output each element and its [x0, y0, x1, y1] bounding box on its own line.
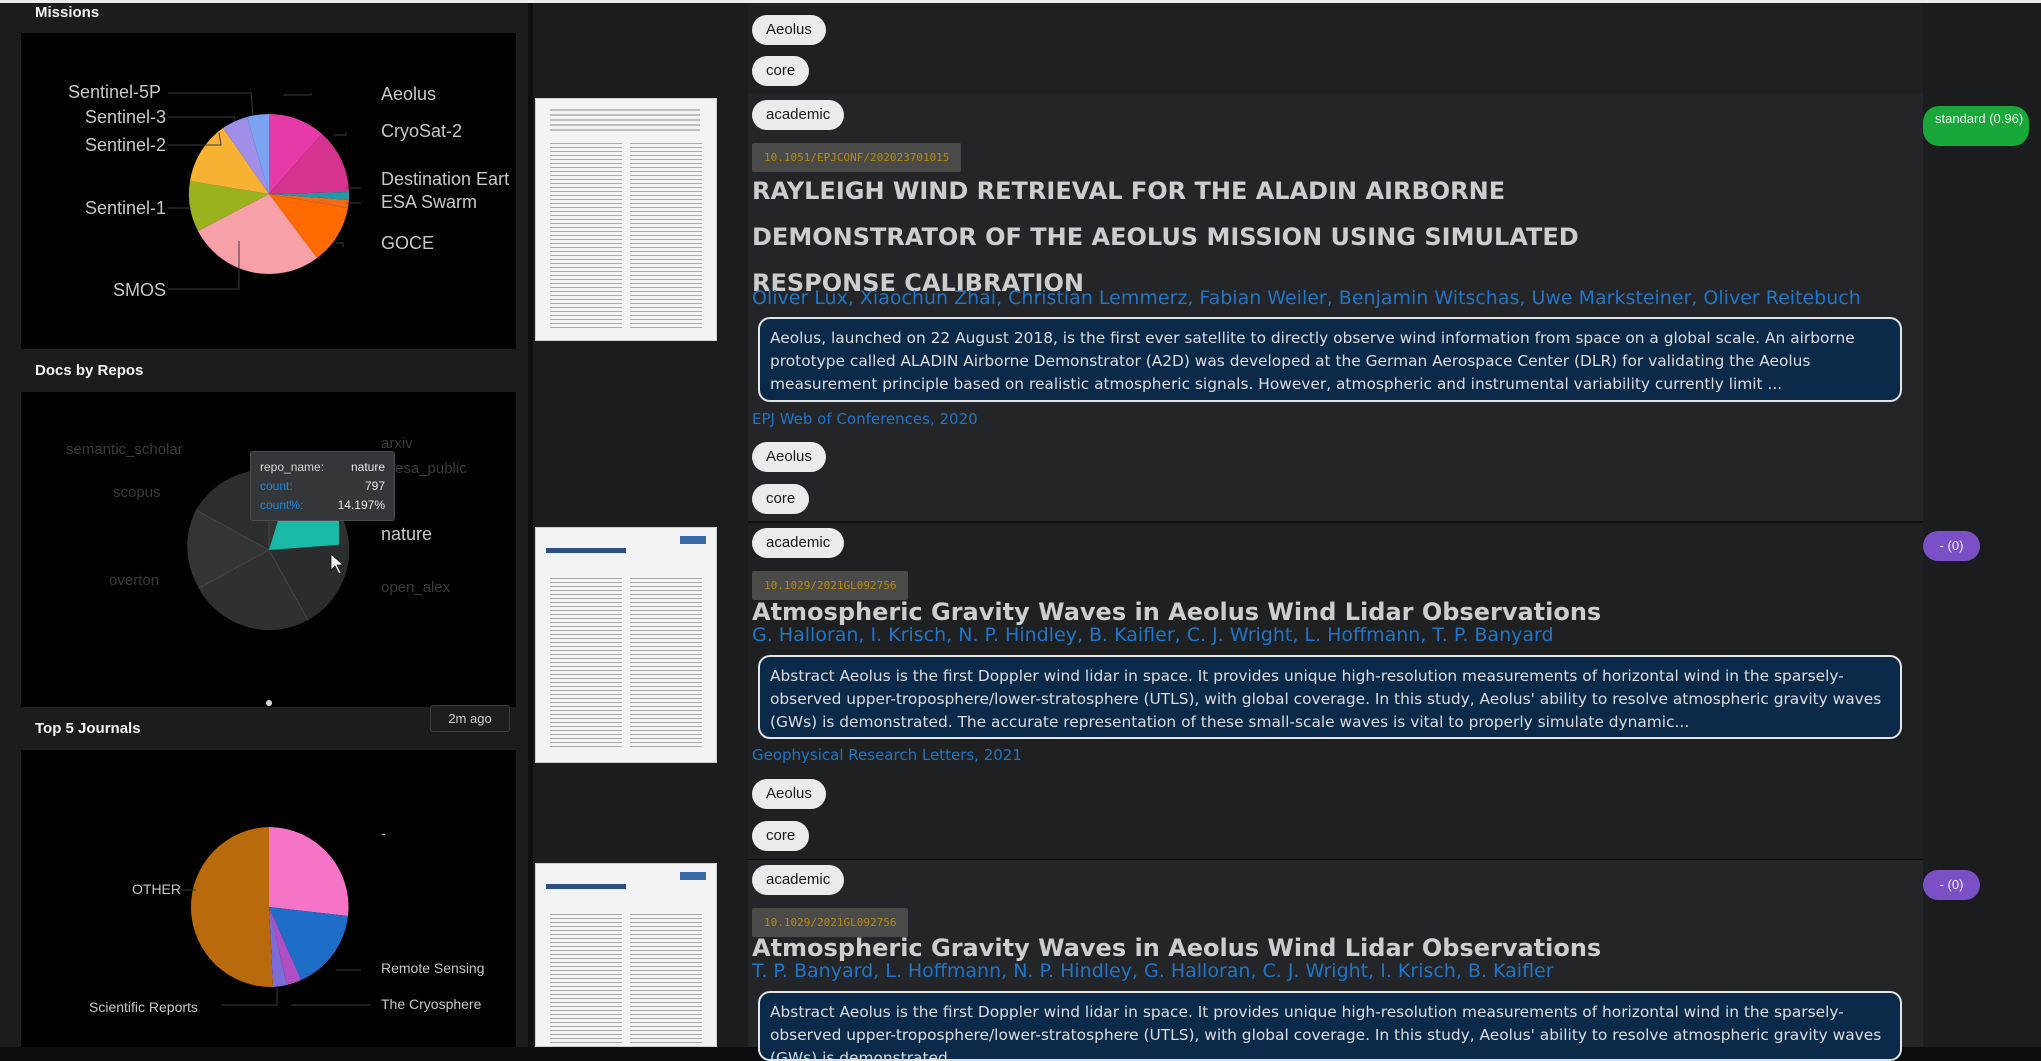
- paper-abstract: Abstract Aeolus is the first Doppler win…: [758, 655, 1902, 739]
- paper-authors[interactable]: G. Halloran, I. Krisch, N. P. Hindley, B…: [752, 624, 1912, 646]
- chart-tooltip: repo_name: nature count: 797 count%: 14.197…: [250, 451, 395, 521]
- label-other: OTHER: [132, 881, 181, 897]
- label-nature: nature: [381, 524, 432, 544]
- paper-title[interactable]: Atmospheric Gravity Waves in Aeolus Wind…: [752, 597, 1912, 627]
- label-overton: overton: [109, 572, 159, 589]
- label-dash: -: [381, 825, 386, 841]
- paper-type-chip[interactable]: academic: [752, 100, 845, 130]
- journals-pie[interactable]: [190, 827, 349, 988]
- journals-pie-chart[interactable]: OTHER - Remote Sensing Scientific Report…: [21, 750, 516, 1047]
- paper-venue[interactable]: Geophysical Research Letters, 2021: [752, 746, 1022, 764]
- missions-panel-title: Missions: [35, 4, 100, 21]
- label-esa-swarm: ESA Swarm: [381, 192, 477, 212]
- doi-badge[interactable]: 10.1029/2021GL092756: [752, 571, 909, 600]
- paper-type-chip[interactable]: academic: [752, 865, 845, 895]
- repos-pie-chart[interactable]: semantic_scholar scopus overton arxiv es…: [21, 392, 516, 707]
- pie-slice-dash[interactable]: [269, 827, 349, 916]
- label-goce: GOCE: [381, 233, 434, 253]
- paper-title[interactable]: Atmospheric Gravity Waves in Aeolus Wind…: [752, 933, 1912, 963]
- repos-panel-title: Docs by Repos: [35, 362, 144, 379]
- paper-authors[interactable]: Oliver Lux, Xiaochun Zhai, Christian Lem…: [752, 287, 1912, 309]
- label-sentinel-1: Sentinel-1: [85, 198, 166, 218]
- tag-chip[interactable]: Aeolus: [752, 442, 826, 472]
- label-scientific-reports: Scientific Reports: [89, 999, 198, 1015]
- paper-venue[interactable]: EPJ Web of Conferences, 2020: [752, 410, 978, 428]
- last-updated-badge: 2m ago: [430, 705, 510, 732]
- label-cryosat-2: CryoSat-2: [381, 121, 462, 141]
- classification-badge[interactable]: standard (0.96): [1923, 106, 2029, 146]
- label-sentinel-2: Sentinel-2: [85, 135, 166, 155]
- classification-badge[interactable]: - (0): [1923, 870, 1980, 900]
- label-destination-earth: Destination Eart: [381, 169, 509, 189]
- paper-title[interactable]: RAYLEIGH WIND RETRIEVAL FOR THE ALADIN A…: [752, 168, 1912, 306]
- pie-slice-other[interactable]: [190, 827, 273, 988]
- paper-type-chip[interactable]: academic: [752, 528, 845, 558]
- paper-abstract: Abstract Aeolus is the first Doppler win…: [758, 991, 1902, 1061]
- label-smos: SMOS: [113, 280, 166, 300]
- label-remote-sensing: Remote Sensing: [381, 960, 485, 976]
- journals-panel-title: Top 5 Journals: [35, 720, 141, 737]
- tag-chip[interactable]: Aeolus: [752, 15, 826, 45]
- tag-chip[interactable]: Aeolus: [752, 779, 826, 809]
- missions-pie[interactable]: [188, 113, 350, 275]
- label-scopus: scopus: [113, 484, 161, 501]
- label-sentinel-3: Sentinel-3: [85, 107, 166, 127]
- label-aeolus: Aeolus: [381, 84, 436, 104]
- classification-badge[interactable]: - (0): [1923, 531, 1980, 561]
- paper-abstract: Aeolus, launched on 22 August 2018, is t…: [758, 317, 1902, 402]
- paper-thumbnail[interactable]: [535, 527, 717, 763]
- paper-thumbnail[interactable]: [535, 98, 717, 341]
- label-esa-public: esa_public: [395, 460, 467, 477]
- label-semantic-scholar: semantic_scholar: [66, 441, 183, 458]
- label-arxiv: arxiv: [381, 435, 413, 452]
- paper-thumbnail[interactable]: [535, 863, 717, 1047]
- missions-pie-chart[interactable]: Sentinel-5P Sentinel-3 Sentinel-2 Sentin…: [21, 33, 516, 349]
- tag-chip[interactable]: core: [752, 56, 810, 86]
- previous-card-tail: [748, 3, 1923, 93]
- tag-chip[interactable]: core: [752, 821, 810, 851]
- tag-chip[interactable]: core: [752, 484, 810, 514]
- label-sentinel-5p: Sentinel-5P: [68, 82, 161, 102]
- carousel-dot[interactable]: [266, 700, 272, 706]
- label-the-cryosphere: The Cryosphere: [381, 996, 482, 1012]
- label-open-alex: open_alex: [381, 579, 451, 596]
- paper-authors[interactable]: T. P. Banyard, L. Hoffmann, N. P. Hindle…: [752, 960, 1912, 982]
